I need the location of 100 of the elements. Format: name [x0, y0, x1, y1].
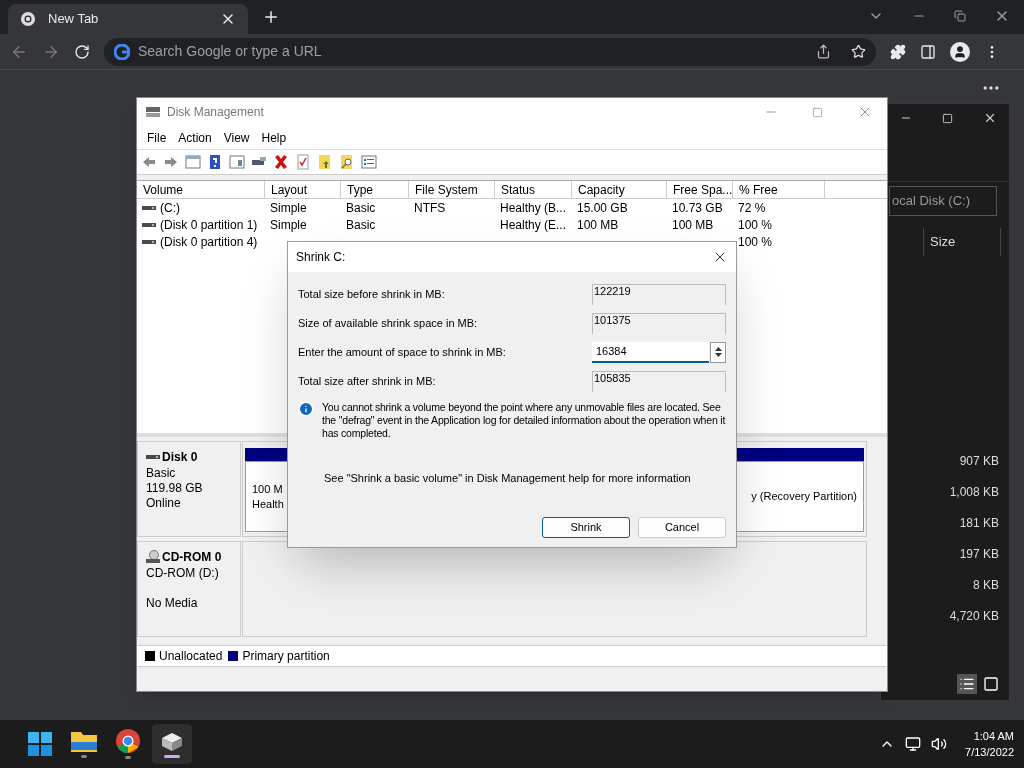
bookmark-star-icon[interactable] [851, 44, 866, 59]
windows-logo-icon[interactable] [28, 732, 52, 756]
folder-up-icon[interactable] [317, 154, 333, 170]
column-header[interactable]: Free Spa... [667, 181, 733, 198]
tiles-view-button[interactable] [981, 674, 1001, 694]
shrink-amount-field[interactable]: 16384 [592, 341, 709, 363]
table-cell-text: (C:) [160, 199, 180, 217]
disk-info: 119.98 GB [146, 481, 204, 496]
column-header[interactable]: % Free [733, 181, 825, 198]
back-icon[interactable] [141, 154, 157, 170]
disk-info: Basic [146, 466, 177, 481]
dialog-button[interactable]: Cancel [638, 516, 726, 538]
menu-item[interactable]: Action [172, 128, 218, 147]
address-bar[interactable]: Search Google or type a URL [104, 37, 876, 66]
reload-icon[interactable] [74, 43, 90, 60]
new-tab-icon[interactable] [262, 8, 280, 26]
table-cell-text: Simple [270, 199, 307, 217]
table-cell-text: (Disk 0 partition 1) [160, 216, 258, 234]
share-icon[interactable] [816, 44, 831, 59]
list-icon[interactable] [361, 154, 377, 170]
help-icon[interactable] [207, 154, 223, 170]
disk-info: Online [146, 496, 182, 511]
table-cell-text: NTFS [414, 199, 446, 217]
browser-icon[interactable] [116, 729, 140, 753]
folder-search-icon[interactable] [339, 154, 355, 170]
folder-icon[interactable] [71, 730, 97, 752]
partition-info: y (Recovery Partition) [751, 489, 857, 504]
readonly-field: 122219 [592, 283, 726, 305]
taskbar-app[interactable] [152, 724, 192, 764]
table-cell-text: Healthy (E... [500, 216, 567, 234]
help-text: See "Shrink a basic volume" in Disk Management help for more information [324, 471, 692, 486]
address-field[interactable]: ocal Disk (C:) [889, 186, 997, 216]
partition-info: Health [252, 496, 284, 512]
menu-item[interactable]: View [217, 128, 256, 147]
column-header[interactable]: Type [341, 181, 409, 198]
table-cell-text: Healthy (B... [500, 199, 567, 217]
close-icon[interactable] [983, 111, 997, 125]
browser-tab[interactable]: New Tab [8, 4, 248, 34]
table-cell-text: 100 % [738, 216, 773, 234]
tab-title: New Tab [48, 10, 100, 29]
google-icon [114, 43, 130, 60]
browser-icon [20, 11, 36, 27]
column-header[interactable]: File System [409, 181, 495, 198]
up-arrow-icon[interactable] [714, 347, 722, 351]
column-header[interactable]: Status [495, 181, 572, 198]
table-cell-text: Simple [270, 216, 307, 234]
extensions-icon[interactable] [890, 43, 906, 60]
dialog-button[interactable]: Shrink [542, 516, 630, 538]
legend-label: Primary partition [242, 648, 330, 665]
cd-drive-icon [146, 550, 160, 564]
disk-label-panel[interactable]: Disk 0 Basic 119.98 GB Online [137, 441, 241, 537]
menu-item[interactable]: File [141, 128, 173, 147]
omnibox-field[interactable]: Search Google or type a URL [138, 41, 808, 62]
window-title: Disk Management [167, 104, 264, 121]
info-message: You cannot shrink a volume beyond the point where any unmovable files are located. See the "defrag" event in the Application log for detailed information about the operation when it has completed. [322, 401, 726, 440]
column-header[interactable]: Volume [137, 181, 265, 198]
table-cell-text: Basic [346, 216, 376, 234]
details-view-button[interactable] [957, 674, 977, 694]
info-icon [298, 401, 314, 417]
check-icon[interactable] [295, 154, 311, 170]
clock-date: 7/13/2022 [965, 745, 1014, 760]
field-label: Size of available shrink space in MB: [298, 315, 479, 331]
volume-icon[interactable] [931, 736, 948, 752]
readonly-field: 101375 [592, 312, 726, 334]
menu-item[interactable]: Help [255, 128, 293, 147]
dialog-title: Shrink C: [296, 249, 347, 266]
clock-time: 1:04 AM [973, 729, 1014, 744]
side-panel-icon[interactable] [920, 43, 936, 60]
partition-block[interactable]: y (Recovery Partition) [745, 462, 863, 531]
disk-info: No Media [146, 596, 199, 611]
file-size: 1,008 KB [949, 484, 999, 501]
legend-label: Unallocated [159, 648, 223, 665]
properties-icon[interactable] [229, 154, 245, 170]
field-label: Enter the amount of space to shrink in MB: [298, 344, 507, 360]
column-header[interactable]: Size [923, 228, 1001, 256]
down-arrow-icon[interactable] [714, 353, 722, 357]
table-cell-text: Basic [346, 199, 376, 217]
column-header[interactable]: Capacity [572, 181, 667, 198]
table-cell-text: 10.73 GB [672, 199, 723, 217]
restore-icon[interactable] [954, 10, 966, 22]
drive-icon [146, 453, 160, 461]
table-cell-text: 100 MB [577, 216, 619, 234]
disk-label-panel[interactable]: CD-ROM 0 CD-ROM (D:) No Media [137, 541, 241, 637]
spin-button[interactable] [710, 341, 726, 363]
profile-avatar[interactable] [950, 41, 970, 62]
table-cell-text: 15.00 GB [577, 199, 628, 217]
file-size: 4,720 KB [949, 608, 999, 625]
column-header[interactable]: Layout [265, 181, 341, 198]
disk-info: CD-ROM (D:) [146, 566, 220, 581]
file-size: 907 KB [959, 453, 999, 470]
table-cell-text: 72 % [738, 199, 766, 217]
file-size: 181 KB [959, 515, 999, 532]
table-cell-text: (Disk 0 partition 4) [160, 233, 258, 251]
file-size: 8 KB [973, 577, 999, 594]
delete-icon[interactable] [273, 154, 289, 170]
partition-block[interactable]: 100 M Health [246, 462, 290, 531]
disk-manager-icon[interactable] [160, 730, 184, 752]
field-label: Total size before shrink in MB: [298, 286, 446, 302]
forward-icon[interactable] [163, 154, 179, 170]
network-icon[interactable] [905, 736, 922, 752]
